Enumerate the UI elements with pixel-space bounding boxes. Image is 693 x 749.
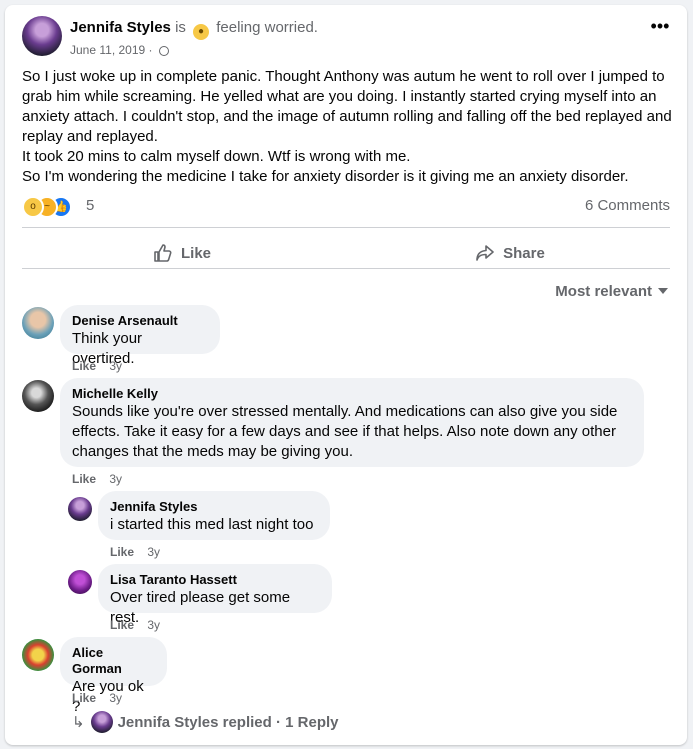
share-button[interactable]: Share (350, 234, 670, 272)
comment-text: i started this med last night too (110, 516, 314, 533)
author-line: Jennifa Styles is ● feeling worried. (70, 19, 318, 40)
wow-reaction-icon[interactable]: o (22, 196, 44, 218)
comment-like-button[interactable]: Like (72, 472, 96, 486)
divider (22, 227, 670, 228)
divider (22, 268, 670, 269)
commenter-name[interactable]: Denise Arsenault (72, 313, 208, 329)
comment-bubble: Alice Gorman Are you ok ? (60, 637, 167, 715)
commenter-name[interactable]: Alice Gorman (72, 645, 155, 677)
globe-icon (158, 46, 169, 56)
reply-arrow-icon: ↳ (72, 714, 85, 731)
post-paragraph: It took 20 mins to calm myself down. Wtf… (22, 148, 411, 165)
like-label: Like (180, 244, 211, 262)
commenter-avatar[interactable] (22, 639, 54, 671)
post-meta: June 11, 2019 · (70, 43, 169, 57)
comment-bubble: Denise Arsenault Think your overtired. (60, 305, 220, 367)
comment-time[interactable]: 3y (109, 691, 122, 705)
caret-down-icon (658, 288, 668, 294)
view-replies-link[interactable]: ↳ Jennifa Styles replied · 1 Reply (72, 711, 339, 733)
worried-emoji-icon: ● (193, 24, 210, 40)
ellipsis-icon: ••• (650, 16, 670, 36)
like-button[interactable]: Like (22, 234, 342, 272)
comment-sort-dropdown[interactable]: Most relevant (555, 283, 668, 300)
commenter-avatar[interactable] (22, 380, 54, 412)
commenter-name[interactable]: Michelle Kelly (72, 386, 632, 402)
replier-mini-avatar (90, 711, 113, 733)
sort-label: Most relevant (555, 283, 652, 300)
feeling-prefix: is (175, 19, 186, 36)
comment-time[interactable]: 3y (147, 618, 160, 632)
comments-count-link[interactable]: 6 Comments (585, 197, 670, 214)
comment-like-button[interactable]: Like (110, 545, 134, 559)
comment-actions: Like 3y (72, 359, 122, 373)
post-paragraph: So I just woke up in complete panic. Tho… (22, 68, 672, 145)
comment-actions: Like 3y (110, 545, 160, 559)
post-card: Jennifa Styles is ● feeling worried. Jun… (5, 5, 687, 745)
reply-summary: Jennifa Styles replied · 1 Reply (117, 714, 339, 731)
comment-actions: Like 3y (72, 691, 122, 705)
post-stats: o ~ 👍 5 6 Comments (22, 195, 670, 218)
comment-time[interactable]: 3y (147, 545, 160, 559)
feeling-text: feeling worried. (216, 19, 318, 36)
comment-bubble: Michelle Kelly Sounds like you're over s… (60, 378, 644, 467)
action-bar: Like Share (22, 234, 670, 272)
reply-bubble: Lisa Taranto Hassett Over tired please g… (98, 564, 332, 626)
author-name[interactable]: Jennifa Styles (70, 19, 171, 36)
more-options-button[interactable]: ••• (648, 17, 672, 37)
replier-avatar[interactable] (68, 570, 92, 594)
post-header: Jennifa Styles is ● feeling worried. Jun… (22, 16, 672, 62)
author-avatar[interactable] (22, 16, 62, 56)
comment-text: Sounds like you're over stressed mentall… (72, 403, 618, 460)
commenter-avatar[interactable] (22, 307, 54, 339)
post-paragraph: So I'm wondering the medicine I take for… (22, 168, 629, 185)
reaction-count[interactable]: 5 (86, 197, 94, 214)
comment-time[interactable]: 3y (109, 359, 122, 373)
comment-time[interactable]: 3y (109, 472, 122, 486)
comment-like-button[interactable]: Like (110, 618, 134, 632)
comment-actions: Like 3y (72, 472, 122, 486)
reply-bubble: Jennifa Styles i started this med last n… (98, 491, 330, 540)
post-date[interactable]: June 11, 2019 · (70, 43, 153, 57)
thumbs-up-icon (154, 244, 172, 262)
comment-like-button[interactable]: Like (72, 691, 96, 705)
share-arrow-icon (476, 245, 494, 261)
post-body: So I just woke up in complete panic. Tho… (22, 67, 672, 187)
share-label: Share (503, 244, 545, 262)
replier-avatar[interactable] (68, 497, 92, 521)
commenter-name[interactable]: Lisa Taranto Hassett (110, 572, 320, 588)
comment-like-button[interactable]: Like (72, 359, 96, 373)
comment-actions: Like 3y (110, 618, 160, 632)
commenter-name[interactable]: Jennifa Styles (110, 499, 318, 515)
